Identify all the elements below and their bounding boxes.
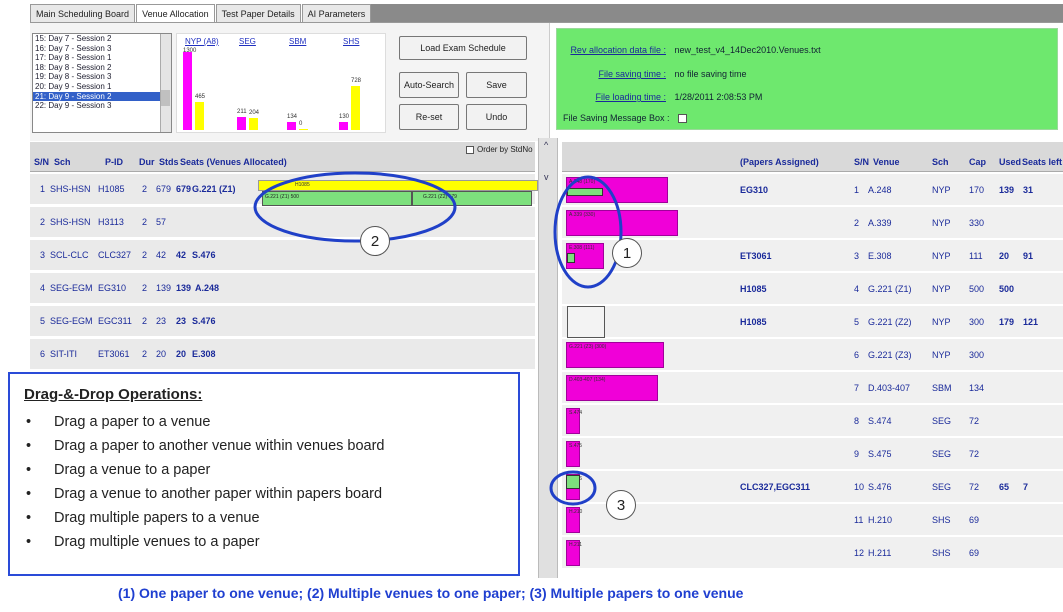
callout-item-text: Drag multiple venues to a paper <box>54 534 260 550</box>
callout-item-text: Drag a paper to another venue within ven… <box>54 438 385 454</box>
bullet-icon: • <box>26 510 32 526</box>
callout-item: • Drag a venue to a paper <box>26 462 210 478</box>
marker-1: 1 <box>612 238 642 268</box>
annotation-ellipse-1 <box>553 175 623 289</box>
bullet-icon: • <box>26 534 32 550</box>
annotation-ellipse-2 <box>253 171 457 243</box>
marker-3: 3 <box>606 490 636 520</box>
callout-item-text: Drag a venue to a paper <box>54 462 211 478</box>
bullet-icon: • <box>26 486 32 502</box>
callout-item: • Drag multiple papers to a venue <box>26 510 260 526</box>
bullet-icon: • <box>26 462 32 478</box>
marker-2: 2 <box>360 226 390 256</box>
callout-item-text: Drag a venue to another paper within pap… <box>54 486 383 502</box>
callout-item: • Drag multiple venues to a paper <box>26 534 260 550</box>
callout-item-text: Drag a paper to a venue <box>54 414 211 430</box>
callout-item: • Drag a paper to another venue within ve… <box>26 438 385 454</box>
bullet-icon: • <box>26 414 32 430</box>
callout-item: • Drag a paper to a venue <box>26 414 210 430</box>
callout-item-text: Drag multiple papers to a venue <box>54 510 260 526</box>
callout-item: • Drag a venue to another paper within pa… <box>26 486 382 502</box>
figure-caption: (1) One paper to one venue; (2) Multiple… <box>118 585 744 601</box>
drag-drop-callout: Drag-&-Drop Operations: • Drag a paper to… <box>8 372 520 576</box>
annotation-ellipse-3 <box>549 470 597 506</box>
bullet-icon: • <box>26 438 32 454</box>
callout-title: Drag-&-Drop Operations: <box>24 386 203 403</box>
